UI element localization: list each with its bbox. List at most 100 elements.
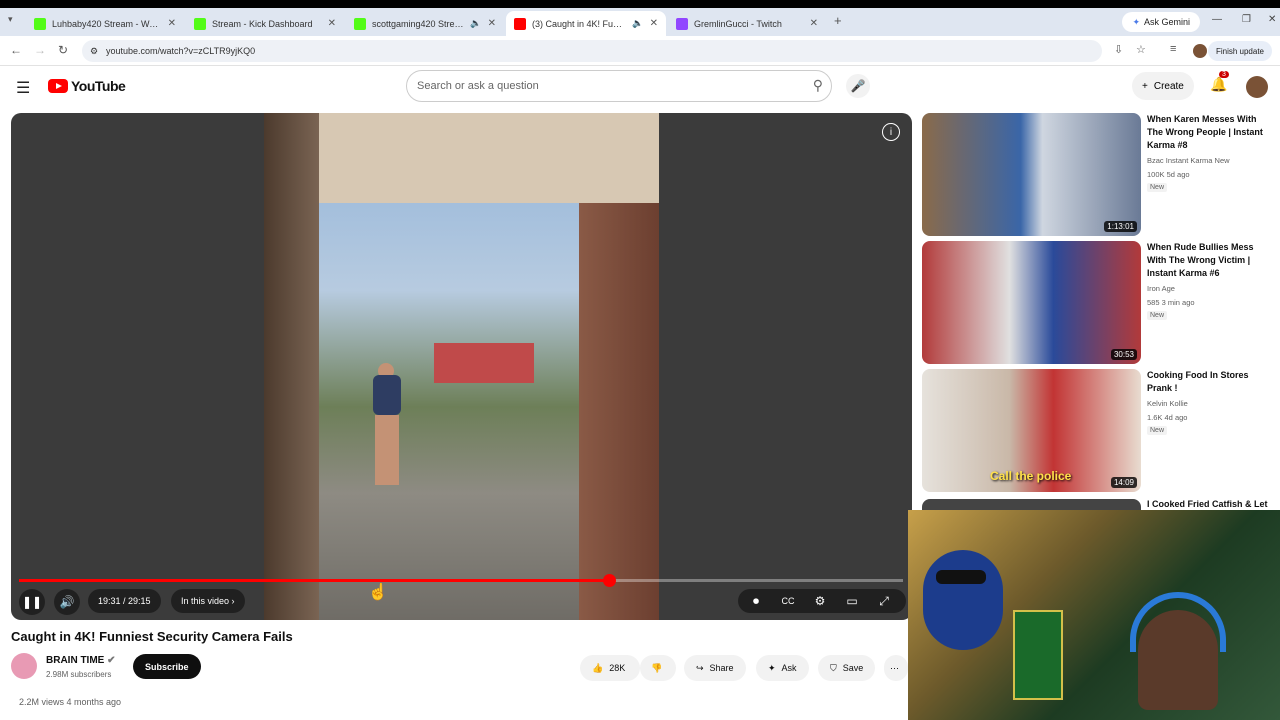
- recommendation-thumbnail[interactable]: 1:13:01: [922, 113, 1141, 236]
- media-icon[interactable]: ≡: [1170, 43, 1176, 55]
- channel-name[interactable]: BRAIN TIME ✔: [46, 655, 116, 666]
- volume-button[interactable]: 🔊: [54, 589, 80, 615]
- tab-scottgaming[interactable]: scottgaming420 Stream - W 🔈 ✕: [346, 11, 504, 36]
- video-duration: 1:13:01: [1104, 221, 1137, 232]
- theater-mode-icon[interactable]: ▭: [839, 589, 865, 613]
- person-torso: [373, 375, 401, 415]
- porch-ceiling: [264, 113, 659, 203]
- minimize-icon[interactable]: —: [1212, 14, 1222, 25]
- search-input[interactable]: Search or ask a question ⚲: [406, 70, 832, 102]
- tab-luhbaby[interactable]: Luhbaby420 Stream - Watch Li ✕: [26, 11, 184, 36]
- tab-youtube-active[interactable]: (3) Caught in 4K! Funniest S 🔈 ✕: [506, 11, 666, 36]
- account-avatar[interactable]: [1246, 76, 1268, 98]
- thumbs-down-icon: 👎: [651, 662, 663, 673]
- recommendation-title[interactable]: When Rude Bullies Mess With The Wrong Vi…: [1147, 241, 1272, 280]
- pause-button[interactable]: ❚❚: [19, 589, 45, 615]
- video-frame: [264, 113, 659, 620]
- speaker-icon[interactable]: 🔈: [632, 18, 643, 29]
- close-tab-icon[interactable]: ✕: [488, 18, 496, 29]
- info-icon[interactable]: i: [882, 123, 900, 141]
- menu-icon[interactable]: ☰: [16, 78, 30, 98]
- tab-title: (3) Caught in 4K! Funniest S: [532, 18, 626, 29]
- progress-bar[interactable]: [19, 574, 903, 587]
- bookmark-icon: ⛉: [830, 662, 837, 673]
- search-icon[interactable]: ⚲: [813, 77, 823, 94]
- site-info-icon[interactable]: ⚙: [90, 46, 98, 57]
- captions-icon[interactable]: CC: [775, 589, 801, 613]
- dislike-button[interactable]: 👎: [640, 655, 676, 681]
- tab-search-icon[interactable]: ▾: [8, 14, 13, 25]
- share-button[interactable]: ↪ Share: [684, 655, 746, 681]
- tab-kick-dashboard[interactable]: Stream - Kick Dashboard ✕: [186, 11, 344, 36]
- ask-button[interactable]: ✦ Ask: [756, 655, 809, 681]
- video-duration: 30:53: [1110, 349, 1137, 360]
- microphone-icon[interactable]: 🎤: [846, 74, 870, 98]
- finish-update-button[interactable]: Finish update: [1207, 41, 1272, 61]
- save-button[interactable]: ⛉ Save: [818, 655, 876, 681]
- youtube-logo-text: YouTube: [71, 78, 126, 94]
- kick-favicon-icon: [194, 17, 206, 30]
- youtube-logo[interactable]: YouTube: [48, 78, 126, 94]
- recommendation-channel[interactable]: Iron Age: [1147, 284, 1175, 293]
- recommendation-item[interactable]: 30:53 When Rude Bullies Mess With The Wr…: [922, 241, 1272, 365]
- recommendation-thumbnail[interactable]: 30:53: [922, 241, 1141, 364]
- recommendation-item[interactable]: Call the police 14:09 Cooking Food In St…: [922, 369, 1272, 493]
- recommendation-channel[interactable]: Kelvin Kollie: [1147, 399, 1188, 408]
- bookmark-star-icon[interactable]: ☆: [1136, 43, 1146, 56]
- close-tab-icon[interactable]: ✕: [328, 18, 336, 29]
- restore-icon[interactable]: ❐: [1242, 14, 1251, 25]
- tab-twitch[interactable]: GremlinGucci - Twitch ✕: [668, 11, 826, 36]
- recommendation-title[interactable]: When Karen Messes With The Wrong People …: [1147, 113, 1272, 152]
- recommendation-thumbnail[interactable]: Call the police 14:09: [922, 369, 1141, 492]
- recommendation-title[interactable]: I Cooked Fried Catfish & Let: [1147, 499, 1268, 509]
- back-icon[interactable]: ←: [10, 43, 22, 57]
- autoplay-toggle-icon[interactable]: ⏺: [743, 589, 769, 613]
- progress-fill: [19, 579, 609, 582]
- like-button[interactable]: 👍 28K: [580, 655, 640, 681]
- subscribe-button[interactable]: Subscribe: [133, 654, 201, 679]
- forward-icon[interactable]: →: [34, 43, 46, 57]
- sparkle-icon: ✦: [768, 662, 776, 673]
- ask-label: Ask: [781, 663, 797, 673]
- close-tab-icon[interactable]: ✕: [650, 18, 658, 29]
- create-label: Create: [1153, 80, 1184, 92]
- tab-title: Luhbaby420 Stream - Watch Li: [52, 18, 162, 29]
- person-legs: [375, 415, 399, 485]
- progress-scrubber[interactable]: [602, 574, 616, 587]
- create-button[interactable]: + Create: [1132, 72, 1194, 100]
- porch-wall-left: [264, 113, 319, 620]
- notifications-bell-icon[interactable]: 🔔 3: [1210, 71, 1229, 93]
- recommendation-channel[interactable]: Bzac Instant Karma New: [1147, 156, 1230, 165]
- verified-icon: ✔: [107, 655, 116, 666]
- settings-gear-icon[interactable]: ⚙: [807, 589, 833, 613]
- reload-icon[interactable]: ↻: [58, 43, 68, 57]
- mascot-sunglasses: [936, 570, 986, 584]
- speaker-icon[interactable]: 🔈: [470, 18, 481, 29]
- profile-avatar[interactable]: [1193, 44, 1207, 58]
- youtube-play-icon: [48, 79, 68, 93]
- recommendation-title[interactable]: Cooking Food In Stores Prank !: [1147, 369, 1272, 395]
- youtube-favicon-icon: [514, 17, 526, 30]
- new-tab-icon[interactable]: +: [834, 13, 842, 28]
- close-tab-icon[interactable]: ✕: [810, 18, 818, 29]
- video-player[interactable]: i ❚❚ 🔊 19:31 / 29:15 In this video › ⏺ C…: [11, 113, 912, 620]
- wall-poster: [1013, 610, 1063, 700]
- in-this-video-button[interactable]: In this video ›: [171, 589, 245, 613]
- url-text: youtube.com/watch?v=zCLTR9yjKQ0: [106, 46, 256, 56]
- url-field[interactable]: ⚙ youtube.com/watch?v=zCLTR9yjKQ0: [82, 40, 1102, 62]
- close-window-icon[interactable]: ✕: [1268, 14, 1276, 25]
- channel-avatar[interactable]: [11, 653, 37, 679]
- time-display: 19:31 / 29:15: [88, 589, 161, 613]
- recommendation-item[interactable]: 1:13:01 When Karen Messes With The Wrong…: [922, 113, 1272, 237]
- view-count: 2.2M views 4 months ago: [19, 697, 122, 707]
- ask-gemini-button[interactable]: ✦ Ask Gemini: [1122, 12, 1200, 32]
- close-tab-icon[interactable]: ✕: [168, 18, 176, 29]
- in-this-video-label: In this video: [181, 596, 230, 606]
- fullscreen-icon[interactable]: ⤢: [871, 589, 897, 613]
- channel-name-text: BRAIN TIME: [46, 655, 105, 666]
- more-actions-button[interactable]: ⋯: [884, 655, 908, 681]
- new-badge: New: [1147, 311, 1168, 320]
- subscriber-count: 2.98M subscribers: [46, 670, 112, 679]
- install-icon[interactable]: ⇩: [1114, 43, 1123, 56]
- streamer-face: [1138, 610, 1218, 710]
